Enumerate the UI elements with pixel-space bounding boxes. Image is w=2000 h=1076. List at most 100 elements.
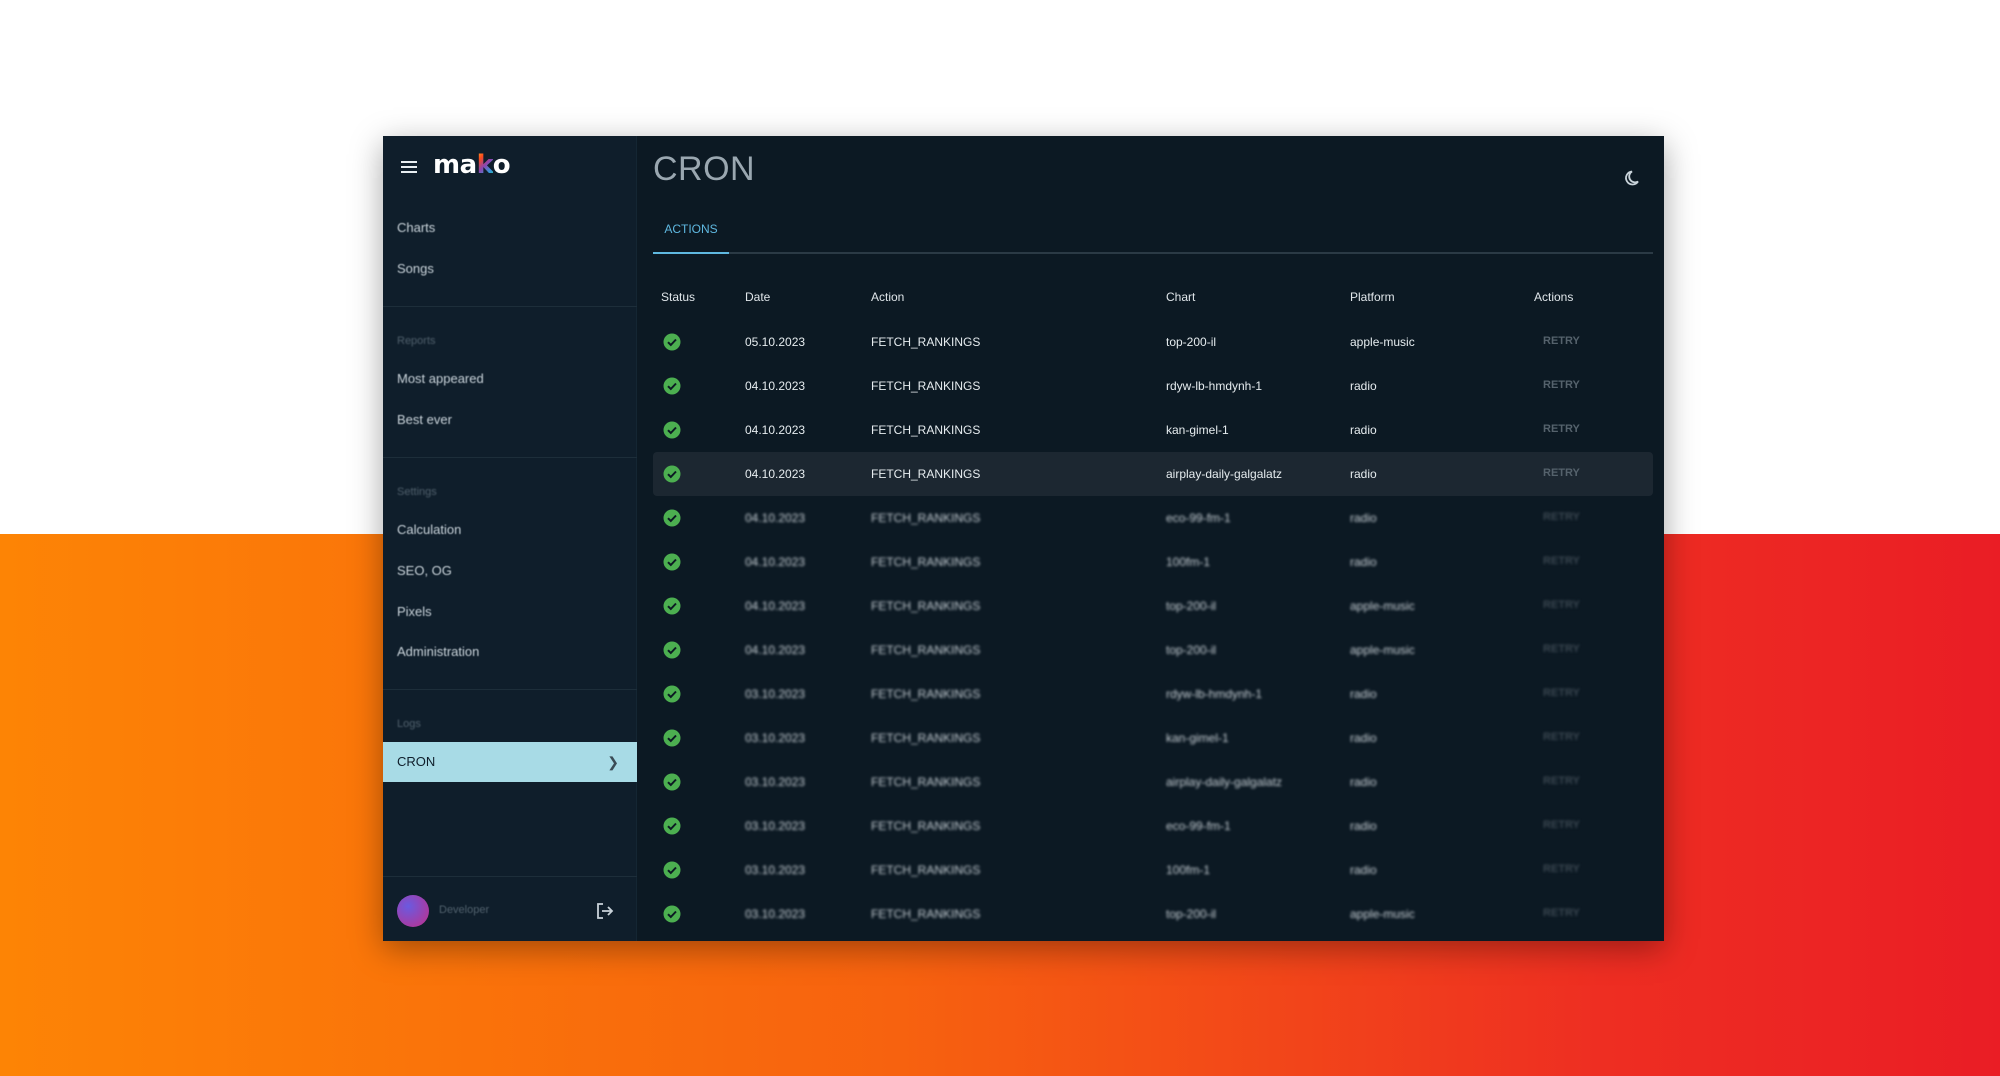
avatar[interactable]: [397, 895, 429, 927]
check-circle-icon: [663, 597, 681, 615]
cell-chart: top-200-il: [1166, 907, 1217, 921]
tab-actions[interactable]: ACTIONS: [653, 206, 729, 254]
cell-action: FETCH_RANKINGS: [871, 511, 981, 525]
cell-platform: radio: [1350, 511, 1377, 525]
sidebar-divider: [383, 457, 637, 458]
table-row: 05.10.2023 FETCH_RANKINGS top-200-il apple-…: [653, 320, 1653, 364]
cell-date: 03.10.2023: [745, 731, 806, 745]
retry-button[interactable]: RETRY: [1543, 467, 1580, 479]
cell-platform: radio: [1350, 467, 1377, 481]
page-title: CRON: [653, 150, 756, 188]
retry-button[interactable]: RETRY: [1543, 731, 1580, 743]
check-circle-icon: [663, 729, 681, 747]
retry-button[interactable]: RETRY: [1543, 819, 1580, 831]
sidebar-item-cron[interactable]: CRON ❯: [383, 742, 637, 782]
retry-button[interactable]: RETRY: [1543, 511, 1580, 523]
table-row: 04.10.2023 FETCH_RANKINGS rdyw-lb-hmdynh-1…: [653, 364, 1653, 408]
table-row: 03.10.2023 FETCH_RANKINGS 100fm-1 radio RETR…: [653, 848, 1653, 892]
retry-button[interactable]: RETRY: [1543, 555, 1580, 567]
retry-button[interactable]: RETRY: [1543, 863, 1580, 875]
cell-platform: apple-music: [1350, 907, 1415, 921]
sidebar-item-calculation[interactable]: Calculation: [397, 522, 461, 537]
sidebar-item-pixels[interactable]: Pixels: [397, 604, 432, 619]
cell-date: 03.10.2023: [745, 863, 806, 877]
cell-action: FETCH_RANKINGS: [871, 731, 981, 745]
check-circle-icon: [663, 861, 681, 879]
sidebar-item-charts[interactable]: Charts: [397, 220, 435, 235]
sidebar-item-songs[interactable]: Songs: [397, 261, 434, 276]
sidebar-item-administration[interactable]: Administration: [397, 644, 479, 659]
column-header-chart: Chart: [1166, 290, 1196, 304]
cell-date: 04.10.2023: [745, 555, 806, 569]
sidebar-heading-logs: Logs: [397, 718, 421, 730]
menu-icon[interactable]: [401, 161, 417, 173]
tab-bar: ACTIONS: [653, 206, 1653, 254]
cell-action: FETCH_RANKINGS: [871, 643, 981, 657]
check-circle-icon: [663, 905, 681, 923]
cell-platform: radio: [1350, 775, 1377, 789]
cell-chart: rdyw-lb-hmdynh-1: [1166, 379, 1263, 393]
cell-chart: airplay-daily-galgalatz: [1166, 467, 1283, 481]
check-circle-icon: [663, 685, 681, 703]
retry-button[interactable]: RETRY: [1543, 775, 1580, 787]
cell-platform: radio: [1350, 731, 1377, 745]
cell-action: FETCH_RANKINGS: [871, 907, 981, 921]
cell-date: 04.10.2023: [745, 511, 806, 525]
cell-platform: radio: [1350, 555, 1377, 569]
cell-date: 04.10.2023: [745, 643, 806, 657]
sidebar-divider: [383, 306, 637, 307]
cell-date: 04.10.2023: [745, 467, 806, 481]
cell-date: 04.10.2023: [745, 379, 806, 393]
cell-action: FETCH_RANKINGS: [871, 775, 981, 789]
sidebar-item-label: CRON: [397, 754, 436, 769]
retry-button[interactable]: RETRY: [1543, 599, 1580, 611]
cell-action: FETCH_RANKINGS: [871, 467, 981, 481]
check-circle-icon: [663, 333, 681, 351]
cell-chart: top-200-il: [1166, 599, 1217, 613]
cell-platform: radio: [1350, 819, 1377, 833]
sidebar-footer: Developer: [383, 876, 637, 941]
cell-chart: rdyw-lb-hmdynh-1: [1166, 687, 1263, 701]
column-header-platform: Platform: [1350, 290, 1395, 304]
cell-date: 03.10.2023: [745, 819, 806, 833]
retry-button[interactable]: RETRY: [1543, 335, 1580, 347]
cell-action: FETCH_RANKINGS: [871, 555, 981, 569]
check-circle-icon: [663, 465, 681, 483]
cell-chart: top-200-il: [1166, 335, 1217, 349]
table-row: 03.10.2023 FETCH_RANKINGS eco-99-fm-1 radio…: [653, 804, 1653, 848]
cell-action: FETCH_RANKINGS: [871, 863, 981, 877]
cell-date: 03.10.2023: [745, 687, 806, 701]
cell-platform: radio: [1350, 379, 1377, 393]
retry-button[interactable]: RETRY: [1543, 643, 1580, 655]
retry-button[interactable]: RETRY: [1543, 907, 1580, 919]
cell-platform: apple-music: [1350, 599, 1415, 613]
retry-button[interactable]: RETRY: [1543, 687, 1580, 699]
cell-action: FETCH_RANKINGS: [871, 687, 981, 701]
logout-icon[interactable]: [595, 902, 615, 920]
user-name: Developer: [439, 904, 490, 916]
sidebar-item-most-appeared[interactable]: Most appeared: [397, 371, 484, 386]
sidebar-item-seo-og[interactable]: SEO, OG: [397, 563, 452, 578]
cell-date: 04.10.2023: [745, 599, 806, 613]
cell-action: FETCH_RANKINGS: [871, 819, 981, 833]
cell-date: 03.10.2023: [745, 775, 806, 789]
cron-table: Status Date Action Chart Platform Action…: [653, 276, 1653, 936]
column-header-date: Date: [745, 290, 771, 304]
table-row: 04.10.2023 FETCH_RANKINGS top-200-il apple-…: [653, 584, 1653, 628]
check-circle-icon: [663, 773, 681, 791]
column-header-status: Status: [661, 290, 696, 304]
sidebar-divider: [383, 689, 637, 690]
cell-chart: airplay-daily-galgalatz: [1166, 775, 1283, 789]
cell-chart: 100fm-1: [1166, 863, 1211, 877]
retry-button[interactable]: RETRY: [1543, 379, 1580, 391]
table-header: Status Date Action Chart Platform Action…: [653, 276, 1653, 320]
moon-icon[interactable]: [1624, 168, 1644, 188]
sidebar-header: mako: [383, 136, 637, 196]
check-circle-icon: [663, 641, 681, 659]
retry-button[interactable]: RETRY: [1543, 423, 1580, 435]
cell-chart: kan-gimel-1: [1166, 731, 1229, 745]
check-circle-icon: [663, 421, 681, 439]
cell-platform: apple-music: [1350, 643, 1415, 657]
sidebar-item-best-ever[interactable]: Best ever: [397, 412, 452, 427]
app-window: mako Charts Songs Reports Most appeared …: [383, 136, 1664, 941]
